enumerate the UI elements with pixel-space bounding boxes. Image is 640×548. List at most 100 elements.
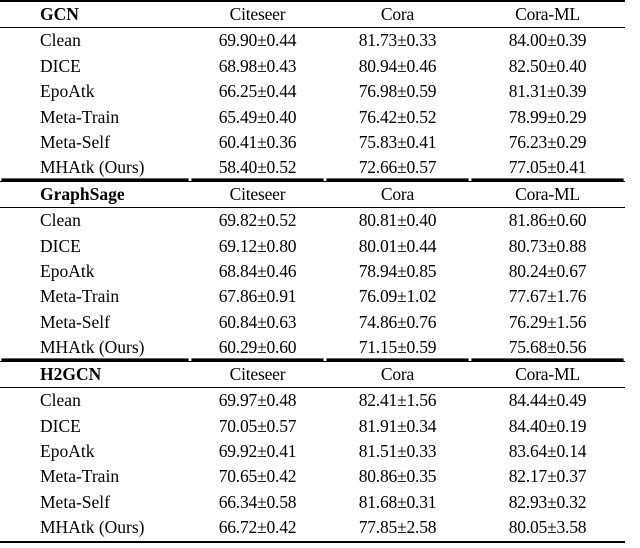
table-cell-value: 80.86±0.35 [358, 466, 437, 487]
section-model-name: GraphSage [0, 180, 190, 209]
table-cell-value: 77.67±1.76 [508, 286, 587, 307]
table-cell-value: 82.50±0.40 [508, 55, 587, 76]
table-row: Meta-Train 67.86±0.91 76.09±1.02 77.67±1.76 [0, 284, 625, 309]
table-cell-value: 75.83±0.41 [358, 132, 437, 153]
row-method-label: MHAtk (Ours) [0, 515, 190, 543]
table-row: DICE 70.05±0.57 81.91±0.34 84.40±0.19 [0, 414, 625, 439]
table-row: DICE 68.98±0.43 80.94±0.46 82.50±0.40 [0, 54, 625, 79]
table-cell-value: 83.64±0.14 [508, 440, 587, 461]
row-method-label: Meta-Train [40, 106, 120, 127]
table-row: Meta-Self 60.84±0.63 74.86±0.76 76.29±1.56 [0, 310, 625, 335]
column-header-dataset: Cora [325, 180, 470, 209]
row-method-label: EpoAtk [40, 81, 95, 102]
table-cell-value: 60.41±0.36 [218, 132, 297, 153]
table-cell-value: 60.84±0.63 [218, 311, 297, 332]
table-cell-value: 80.01±0.44 [358, 235, 437, 256]
table-cell-value: 70.05±0.57 [218, 415, 297, 436]
row-method-label: EpoAtk [40, 261, 95, 282]
table-cell-value: 69.12±0.80 [218, 235, 297, 256]
table-cell-value: 80.81±0.40 [358, 210, 437, 231]
table-cell-value: 70.65±0.42 [218, 466, 297, 487]
row-method-label: DICE [40, 235, 81, 256]
column-header-dataset: Cora-ML [470, 360, 625, 389]
table-cell-value: 68.84±0.46 [218, 261, 297, 282]
table-row: EpoAtk 69.92±0.41 81.51±0.33 83.64±0.14 [0, 439, 625, 464]
column-header-dataset: Citeseer [190, 180, 325, 209]
table-row: Clean 69.90±0.44 81.73±0.33 84.00±0.39 [0, 28, 625, 54]
table-cell-value: 75.68±0.56 [508, 337, 587, 358]
row-method-label: EpoAtk [40, 440, 95, 461]
table-cell-value: 81.86±0.60 [508, 210, 587, 231]
row-method-label: Meta-Self [40, 132, 110, 153]
table-cell-value: 80.94±0.46 [358, 55, 437, 76]
section-header-row: H2GCN Citeseer Cora Cora-ML [0, 360, 625, 389]
table-cell-value: 80.24±0.67 [508, 261, 587, 282]
row-method-label: Clean [40, 210, 81, 231]
row-method-label: MHAtk (Ours) [40, 337, 145, 358]
table-cell-value: 84.00±0.39 [508, 30, 587, 51]
column-header-dataset: Cora [325, 0, 470, 29]
table-cell-value: 76.09±1.02 [358, 286, 437, 307]
row-method-label: Clean [40, 30, 81, 51]
row-method-label: DICE [40, 415, 81, 436]
table-cell-value: 77.05±0.41 [508, 157, 587, 178]
column-header-dataset: Cora-ML [470, 0, 625, 29]
table-cell-value: 67.86±0.91 [218, 286, 297, 307]
table-row: EpoAtk 66.25±0.44 76.98±0.59 81.31±0.39 [0, 79, 625, 104]
table-cell-value: 69.82±0.52 [218, 210, 297, 231]
table-row: Clean 69.82±0.52 80.81±0.40 81.86±0.60 [0, 208, 625, 234]
table-cell-value: 69.92±0.41 [218, 440, 297, 461]
section-model-name: H2GCN [0, 360, 190, 389]
table-row: Meta-Self 60.41±0.36 75.83±0.41 76.23±0.29 [0, 130, 625, 155]
table-cell-value: 69.97±0.48 [218, 390, 297, 411]
table-cell-value: 76.42±0.52 [358, 106, 437, 127]
table-row: MHAtk (Ours) 66.72±0.42 77.85±2.58 80.05±3.… [0, 515, 625, 543]
table-cell-value: 82.41±1.56 [358, 390, 437, 411]
section-header-row: GraphSage Citeseer Cora Cora-ML [0, 180, 625, 209]
table-cell-value: 77.85±2.58 [325, 515, 470, 543]
table-cell-value: 66.25±0.44 [218, 81, 297, 102]
row-method-label: Clean [40, 390, 81, 411]
section-model-name: GCN [0, 0, 190, 29]
table-cell-value: 60.29±0.60 [218, 337, 297, 358]
table-cell-value: 81.51±0.33 [358, 440, 437, 461]
column-header-dataset: Citeseer [190, 360, 325, 389]
table-cell-value: 76.98±0.59 [358, 81, 437, 102]
table-row: MHAtk (Ours) 60.29±0.60 71.15±0.59 75.68±0.… [0, 335, 625, 361]
column-header-dataset: Cora [325, 360, 470, 389]
results-table: GCN Citeseer Cora Cora-ML Clean 69.90±0.44 81.… [0, 0, 625, 543]
row-method-label: Meta-Train [40, 286, 120, 307]
table-cell-value: 81.73±0.33 [358, 30, 437, 51]
table-cell-value: 71.15±0.59 [358, 337, 437, 358]
table-cell-value: 66.72±0.42 [190, 515, 325, 543]
table-cell-value: 76.29±1.56 [508, 311, 587, 332]
results-table-container: GCN Citeseer Cora Cora-ML Clean 69.90±0.44 81.… [0, 0, 640, 548]
table-cell-value: 68.98±0.43 [218, 55, 297, 76]
row-method-label: Meta-Self [40, 491, 110, 512]
table-cell-value: 84.44±0.49 [508, 390, 587, 411]
row-method-label: Meta-Train [40, 466, 120, 487]
table-cell-value: 78.99±0.29 [508, 106, 587, 127]
row-method-label: Meta-Self [40, 311, 110, 332]
table-cell-value: 80.73±0.88 [508, 235, 587, 256]
table-cell-value: 81.31±0.39 [508, 81, 587, 102]
table-cell-value: 80.05±3.58 [470, 515, 625, 543]
table-row: Meta-Train 70.65±0.42 80.86±0.35 82.17±0.37 [0, 464, 625, 489]
table-row: Clean 69.97±0.48 82.41±1.56 84.44±0.49 [0, 388, 625, 414]
table-row: MHAtk (Ours) 58.40±0.52 72.66±0.57 77.05±0.… [0, 155, 625, 181]
table-cell-value: 74.86±0.76 [358, 311, 437, 332]
table-cell-value: 78.94±0.85 [358, 261, 437, 282]
table-cell-value: 72.66±0.57 [358, 157, 437, 178]
table-cell-value: 65.49±0.40 [218, 106, 297, 127]
table-cell-value: 84.40±0.19 [508, 415, 587, 436]
table-cell-value: 81.91±0.34 [358, 415, 437, 436]
table-cell-value: 58.40±0.52 [218, 157, 297, 178]
table-row: DICE 69.12±0.80 80.01±0.44 80.73±0.88 [0, 234, 625, 259]
table-cell-value: 76.23±0.29 [508, 132, 587, 153]
table-cell-value: 82.93±0.32 [508, 491, 587, 512]
table-cell-value: 66.34±0.58 [218, 491, 297, 512]
table-row: Meta-Train 65.49±0.40 76.42±0.52 78.99±0.29 [0, 105, 625, 130]
table-cell-value: 82.17±0.37 [508, 466, 587, 487]
column-header-dataset: Cora-ML [470, 180, 625, 209]
table-cell-value: 69.90±0.44 [218, 30, 297, 51]
